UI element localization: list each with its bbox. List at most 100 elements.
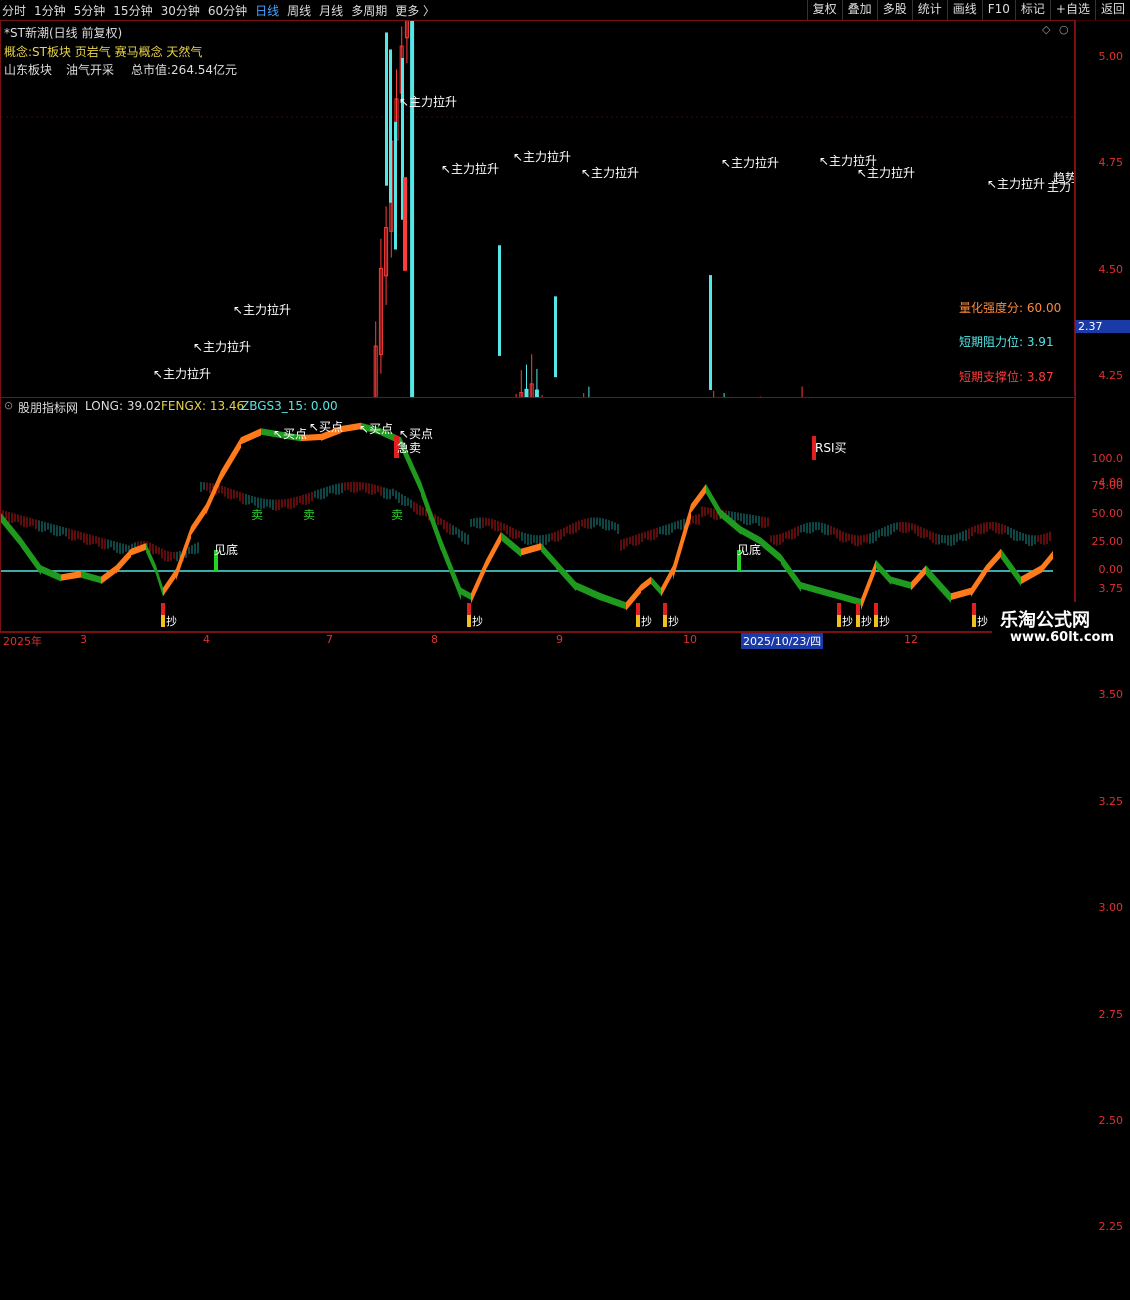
copy-marker (856, 615, 860, 627)
month-label: 9 (556, 633, 563, 646)
oscillator-band (891, 576, 911, 589)
indicator-tick: 0.00 (1098, 563, 1124, 576)
period-tab[interactable]: 15分钟 (113, 2, 152, 19)
candle (385, 32, 388, 186)
oscillator-band (651, 576, 661, 596)
zbgs-value: ZBGS3_15: 0.00 (241, 399, 338, 413)
copy-marker (972, 603, 976, 615)
toolbar-buttons: 复权 叠加 多股 统计 画线 F10 标记 +自选 返回 (806, 0, 1130, 20)
industry-label: 油气开采 (66, 63, 115, 77)
toolbar-button[interactable]: 叠加 (841, 0, 877, 20)
copy-marker (972, 615, 976, 627)
cursor-date: 2025/10/23/四 (741, 633, 824, 649)
period-tab[interactable]: 多周期 (351, 2, 387, 19)
price-tick: 4.75 (1098, 156, 1124, 170)
month-label: 10 (683, 633, 697, 646)
indicator-tick: 75.00 (1091, 479, 1124, 493)
watermark-url: www.60lt.com (1010, 630, 1115, 645)
period-tab[interactable]: 5分钟 (74, 2, 106, 19)
oscillator-band (541, 543, 556, 569)
oscillator-band (691, 484, 706, 513)
signal-label: ↖主力拉升 (581, 165, 639, 180)
concept-line: 概念:ST板块 页岩气 赛马概念 天然气 (4, 45, 203, 59)
toolbar-button[interactable]: 复权 (806, 0, 842, 20)
price-tick: 3.00 (1098, 901, 1124, 915)
toolbar-button[interactable]: 画线 (946, 0, 982, 20)
oscillator-band (556, 559, 576, 592)
bookmark-button[interactable]: 标记 (1014, 0, 1050, 20)
toolbar-button[interactable]: +自选 (1049, 0, 1095, 20)
buy-point-label: ↖买点 (359, 422, 393, 436)
period-tab[interactable]: 30分钟 (161, 2, 200, 19)
oscillator-band (661, 565, 673, 597)
copy-marker (663, 615, 667, 627)
circle-icon[interactable]: ○ (1059, 23, 1069, 36)
oscillator-band (911, 565, 926, 591)
oscillator-band (673, 504, 691, 580)
copy-marker (636, 603, 640, 615)
candle (534, 389, 539, 397)
current-price-tag: 2.37 (1075, 320, 1130, 333)
copy-marker (161, 603, 165, 615)
buy-point-label: ↖买点 (309, 420, 343, 434)
candle (389, 49, 392, 203)
oscillator-band (191, 504, 206, 536)
copy-marker (837, 615, 841, 627)
oscillator-band (1041, 550, 1053, 574)
oscillator-band (986, 548, 1001, 574)
toolbar-button[interactable]: 返回 (1094, 0, 1130, 20)
oscillator-band (876, 559, 891, 585)
oscillator-band (971, 565, 986, 597)
oscillator-band (156, 565, 163, 597)
copy-marker (663, 603, 667, 615)
price-tick: 4.50 (1098, 262, 1124, 276)
period-tab[interactable]: 周线 (287, 2, 311, 19)
rsi-buy-label: RSI买 (815, 441, 847, 455)
month-label: 3 (80, 633, 87, 646)
copy-label: 抄 (472, 614, 483, 628)
year-label: 2025年 (3, 635, 42, 648)
toolbar-button[interactable]: 多股 (876, 0, 912, 20)
signal-label: ↖主力拉升 (987, 176, 1045, 191)
oscillator-band (221, 437, 241, 482)
price-tick: 2.75 (1098, 1007, 1124, 1021)
toolbar-button[interactable]: F10 (981, 0, 1015, 20)
signal-label: ↖主力拉升 (441, 161, 499, 176)
indicator-tick: 100.0 (1091, 451, 1124, 465)
month-label: 12 (904, 633, 918, 646)
candle (524, 388, 529, 397)
copy-marker (874, 603, 878, 615)
collapse-icon[interactable]: ⊙ (4, 399, 13, 412)
signal-label: ↖主力拉升 (399, 94, 457, 109)
oscillator-band (781, 554, 801, 592)
date-axis: 2025年 3 4 7 8 9 10 2025/10/23/四 12 (0, 631, 1130, 651)
buy-point-label: ↖买点 (399, 427, 433, 441)
period-tab[interactable]: 1分钟 (34, 2, 66, 19)
period-tab[interactable]: 日线 (255, 2, 279, 19)
toolbar-button[interactable]: 统计 (911, 0, 947, 20)
oscillator-band (1021, 565, 1041, 585)
month-label: 8 (431, 633, 438, 646)
candle (498, 245, 501, 356)
copy-marker (467, 615, 471, 627)
indicator-chart[interactable]: ↖买点 ↖买点 ↖买点 ↖买点急卖卖卖卖见底 见底RSI买抄抄抄抄抄抄抄抄 (1, 398, 1075, 632)
signal-label: ↖主力拉升 (153, 366, 211, 381)
period-tab[interactable]: 分时 (2, 2, 26, 19)
period-tab[interactable]: 更多 〉 (395, 2, 435, 19)
indicator-axis: 100.0 75.00 50.00 25.00 0.00 (1074, 397, 1130, 631)
indicator-pane[interactable]: ↖买点 ↖买点 ↖买点 ↖买点 急卖卖卖卖见底 见底 RSI买抄抄抄抄抄抄抄抄 ⊙ 股朋指标… (0, 397, 1076, 633)
period-tab[interactable]: 月线 (319, 2, 343, 19)
period-tab[interactable]: 60分钟 (208, 2, 247, 19)
fengx-value: FENGX: 13.46 (161, 399, 245, 413)
copy-label: 抄 (641, 614, 652, 628)
price-chart-pane[interactable]: ↖主力拉升 ↖主力拉升 ↖主力拉升 ↖主力拉升 ↖主力拉升 ↖主力拉升 ↖主力拉升 ↖主力拉升… (0, 20, 1076, 398)
signal-label: ↖主力拉升 (513, 149, 571, 164)
sector-label: 山东板块 (4, 63, 53, 77)
price-axis: 5.00 4.75 4.50 4.25 4.00 3.75 3.50 3.25 3.00 2.75… (1074, 20, 1130, 1233)
oscillator-band (41, 565, 61, 582)
oscillator-band (21, 537, 41, 576)
signal-label: ↖主力拉升 (857, 165, 915, 180)
diamond-icon[interactable]: ◇ (1042, 23, 1050, 36)
indicator-name[interactable]: 股朋指标网 (18, 399, 78, 416)
buy-point-label: ↖买点 (273, 427, 307, 441)
